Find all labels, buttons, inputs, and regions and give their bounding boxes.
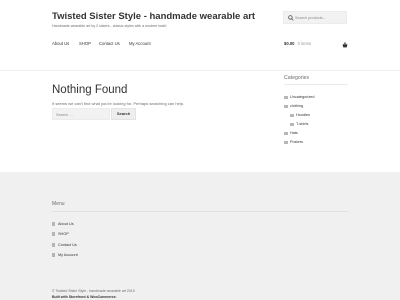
page-icon — [52, 243, 55, 247]
category-uncategorized[interactable]: Uncategorized — [284, 95, 314, 99]
copyright-text: © Twisted Sister Style - handmade wearab… — [52, 289, 135, 293]
category-hats[interactable]: Hats — [284, 131, 298, 135]
category-label: Hats — [290, 131, 298, 135]
folder-icon — [284, 95, 288, 99]
folder-icon — [284, 131, 288, 135]
nav-item-about-us[interactable]: About Us — [52, 41, 69, 46]
site-title[interactable]: Twisted Sister Style - handmade wearable… — [52, 11, 255, 22]
site-description: Handmade wearable art by 2 sisters - cla… — [52, 24, 167, 28]
footer-item-shop[interactable]: SHOP — [52, 232, 69, 236]
product-search-input[interactable]: Search products… — [283, 11, 347, 24]
folder-icon — [290, 122, 294, 126]
footer-item-label: Contact Us — [58, 243, 77, 247]
search-button[interactable]: Search — [111, 108, 136, 120]
categories-widget-title: Categories — [284, 75, 310, 81]
category-posters[interactable]: Posters — [284, 140, 303, 144]
page-icon — [52, 253, 55, 257]
page-icon — [52, 232, 55, 236]
footer-item-label: SHOP — [58, 232, 69, 236]
footer-item-my-account[interactable]: My Account — [52, 253, 78, 257]
category-label: T-shirts — [296, 122, 309, 126]
footer-menu-title: Menu — [52, 201, 65, 207]
page-icon — [52, 222, 55, 226]
page-title: Nothing Found — [52, 83, 128, 96]
folder-icon — [284, 104, 288, 108]
category-t-shirts[interactable]: T-shirts — [290, 122, 308, 126]
cart-item-count: 0 items — [297, 41, 312, 46]
nav-item-shop[interactable]: SHOP — [79, 41, 91, 46]
category-label: Posters — [290, 140, 303, 144]
folder-icon — [284, 140, 288, 144]
site-search-placeholder: Search … — [56, 112, 73, 117]
footer-item-label: About Us — [58, 222, 74, 226]
product-search-placeholder: Search products… — [295, 15, 327, 20]
not-found-message: It seems we can't find what you're looki… — [52, 101, 185, 106]
cart-summary[interactable]: $0.00 0 items — [284, 41, 311, 46]
basket-icon[interactable] — [342, 41, 348, 48]
category-hoodies[interactable]: Hoodies — [290, 113, 310, 117]
site-footer: Menu About Us SHOP Contact Us My Account… — [0, 172, 400, 300]
footer-divider — [52, 211, 348, 212]
widget-divider — [284, 84, 348, 85]
site-header: Twisted Sister Style - handmade wearable… — [0, 0, 400, 71]
site-search-input[interactable]: Search … — [52, 108, 110, 120]
category-label: clothing — [290, 104, 304, 108]
built-with-link[interactable]: Built with Storefront & WooCommerce. — [52, 295, 117, 299]
category-clothing[interactable]: clothing — [284, 104, 303, 108]
footer-item-contact-us[interactable]: Contact Us — [52, 243, 77, 247]
nav-item-contact-us[interactable]: Contact Us — [99, 41, 120, 46]
category-label: Uncategorized — [290, 95, 315, 99]
nav-item-my-account[interactable]: My Account — [129, 41, 151, 46]
category-label: Hoodies — [296, 113, 310, 117]
search-icon — [288, 15, 294, 21]
folder-icon — [290, 113, 294, 117]
footer-item-label: My Account — [58, 253, 78, 257]
cart-amount: $0.00 — [284, 41, 295, 46]
footer-item-about-us[interactable]: About Us — [52, 222, 74, 226]
